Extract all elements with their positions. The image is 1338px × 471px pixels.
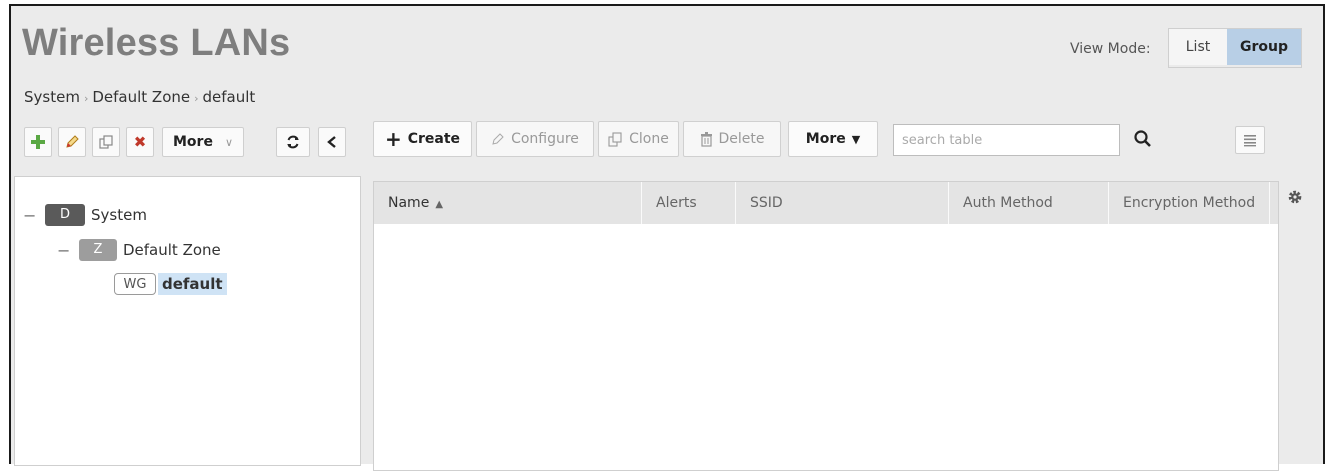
wlan-table: Name ▲ Alerts SSID Auth Method Encryption…: [373, 181, 1279, 471]
delete-button[interactable]: Delete: [683, 121, 781, 157]
gear-icon[interactable]: [1287, 189, 1303, 210]
page-title: Wireless LANs: [22, 22, 291, 64]
breadcrumb-item-current[interactable]: default: [203, 88, 256, 106]
chevron-down-icon: ∨: [224, 135, 233, 149]
table-body: [374, 224, 1278, 470]
column-header-name[interactable]: Name ▲: [374, 182, 642, 224]
column-label: Auth Method: [963, 195, 1053, 211]
column-label: Encryption Method: [1123, 195, 1256, 211]
tree-add-button[interactable]: [24, 127, 52, 157]
view-mode-group-button[interactable]: Group: [1227, 29, 1301, 65]
view-mode-toggle: List Group: [1168, 28, 1302, 68]
more-dropdown[interactable]: More ▼: [788, 121, 878, 157]
refresh-icon: [287, 135, 299, 149]
column-label: Alerts: [656, 195, 697, 211]
create-button[interactable]: + Create: [373, 121, 472, 157]
search-input[interactable]: [893, 124, 1120, 156]
column-label: Name: [388, 195, 430, 211]
column-header-ssid[interactable]: SSID: [736, 182, 949, 224]
delete-label: Delete: [718, 131, 765, 147]
trash-icon: [700, 131, 712, 147]
zone-badge-icon: Z: [79, 239, 117, 261]
column-header-encryption-method[interactable]: Encryption Method: [1109, 182, 1270, 224]
column-label: SSID: [750, 195, 783, 211]
plus-icon: +: [384, 127, 402, 151]
tree-node-group[interactable]: WG default: [114, 273, 227, 295]
close-x-icon: ✖: [133, 133, 147, 151]
collapse-icon[interactable]: −: [57, 241, 70, 260]
table-header: Name ▲ Alerts SSID Auth Method Encryption…: [374, 182, 1278, 224]
view-mode-label: View Mode:: [1070, 41, 1151, 57]
tree-clone-button[interactable]: [92, 127, 120, 157]
clone-button[interactable]: Clone: [598, 121, 679, 157]
tree-refresh-button[interactable]: [276, 127, 310, 157]
breadcrumb-item-system[interactable]: System: [24, 88, 80, 106]
domain-badge-icon: D: [45, 204, 85, 226]
tree-more-label: More: [172, 134, 213, 150]
pencil-icon: [66, 135, 79, 148]
clone-icon: [608, 131, 622, 147]
tree-node-label: Default Zone: [123, 241, 221, 259]
tree-delete-button[interactable]: ✖: [126, 127, 154, 157]
breadcrumb-separator-icon: ›: [83, 92, 89, 105]
tree-node-label: default: [158, 273, 227, 295]
column-header-alerts[interactable]: Alerts: [642, 182, 736, 224]
clone-label: Clone: [629, 131, 669, 147]
breadcrumb-item-zone[interactable]: Default Zone: [92, 88, 190, 106]
tree-node-label: System: [91, 206, 147, 224]
column-settings-button[interactable]: [1235, 126, 1265, 154]
configure-button[interactable]: Configure: [476, 121, 594, 157]
more-label: More: [805, 131, 846, 147]
tree-more-dropdown[interactable]: More ∨: [162, 127, 244, 157]
breadcrumb-separator-icon: ›: [194, 92, 199, 105]
tree-edit-button[interactable]: [58, 127, 86, 157]
collapse-icon[interactable]: −: [23, 206, 36, 225]
wlan-group-badge-icon: WG: [114, 273, 156, 295]
caret-down-icon: ▼: [851, 132, 861, 146]
chevron-left-icon: [327, 136, 336, 148]
plus-icon: [31, 135, 45, 149]
configure-label: Configure: [511, 131, 579, 147]
view-mode-list-button[interactable]: List: [1169, 29, 1227, 65]
list-lines-icon: [1244, 135, 1256, 147]
breadcrumb: System › Default Zone › default: [24, 88, 255, 106]
pencil-icon: [492, 133, 504, 145]
tree-collapse-panel-button[interactable]: [318, 127, 346, 157]
tree-node-zone[interactable]: − Z Default Zone: [57, 239, 221, 261]
search-icon[interactable]: [1133, 129, 1153, 153]
clone-icon: [99, 135, 113, 149]
sort-ascending-icon: ▲: [435, 199, 444, 210]
tree-node-system[interactable]: − D System: [23, 204, 147, 226]
tree-panel: − D System − Z Default Zone WG default: [14, 176, 361, 466]
column-header-auth-method[interactable]: Auth Method: [949, 182, 1109, 224]
create-label: Create: [407, 131, 461, 147]
